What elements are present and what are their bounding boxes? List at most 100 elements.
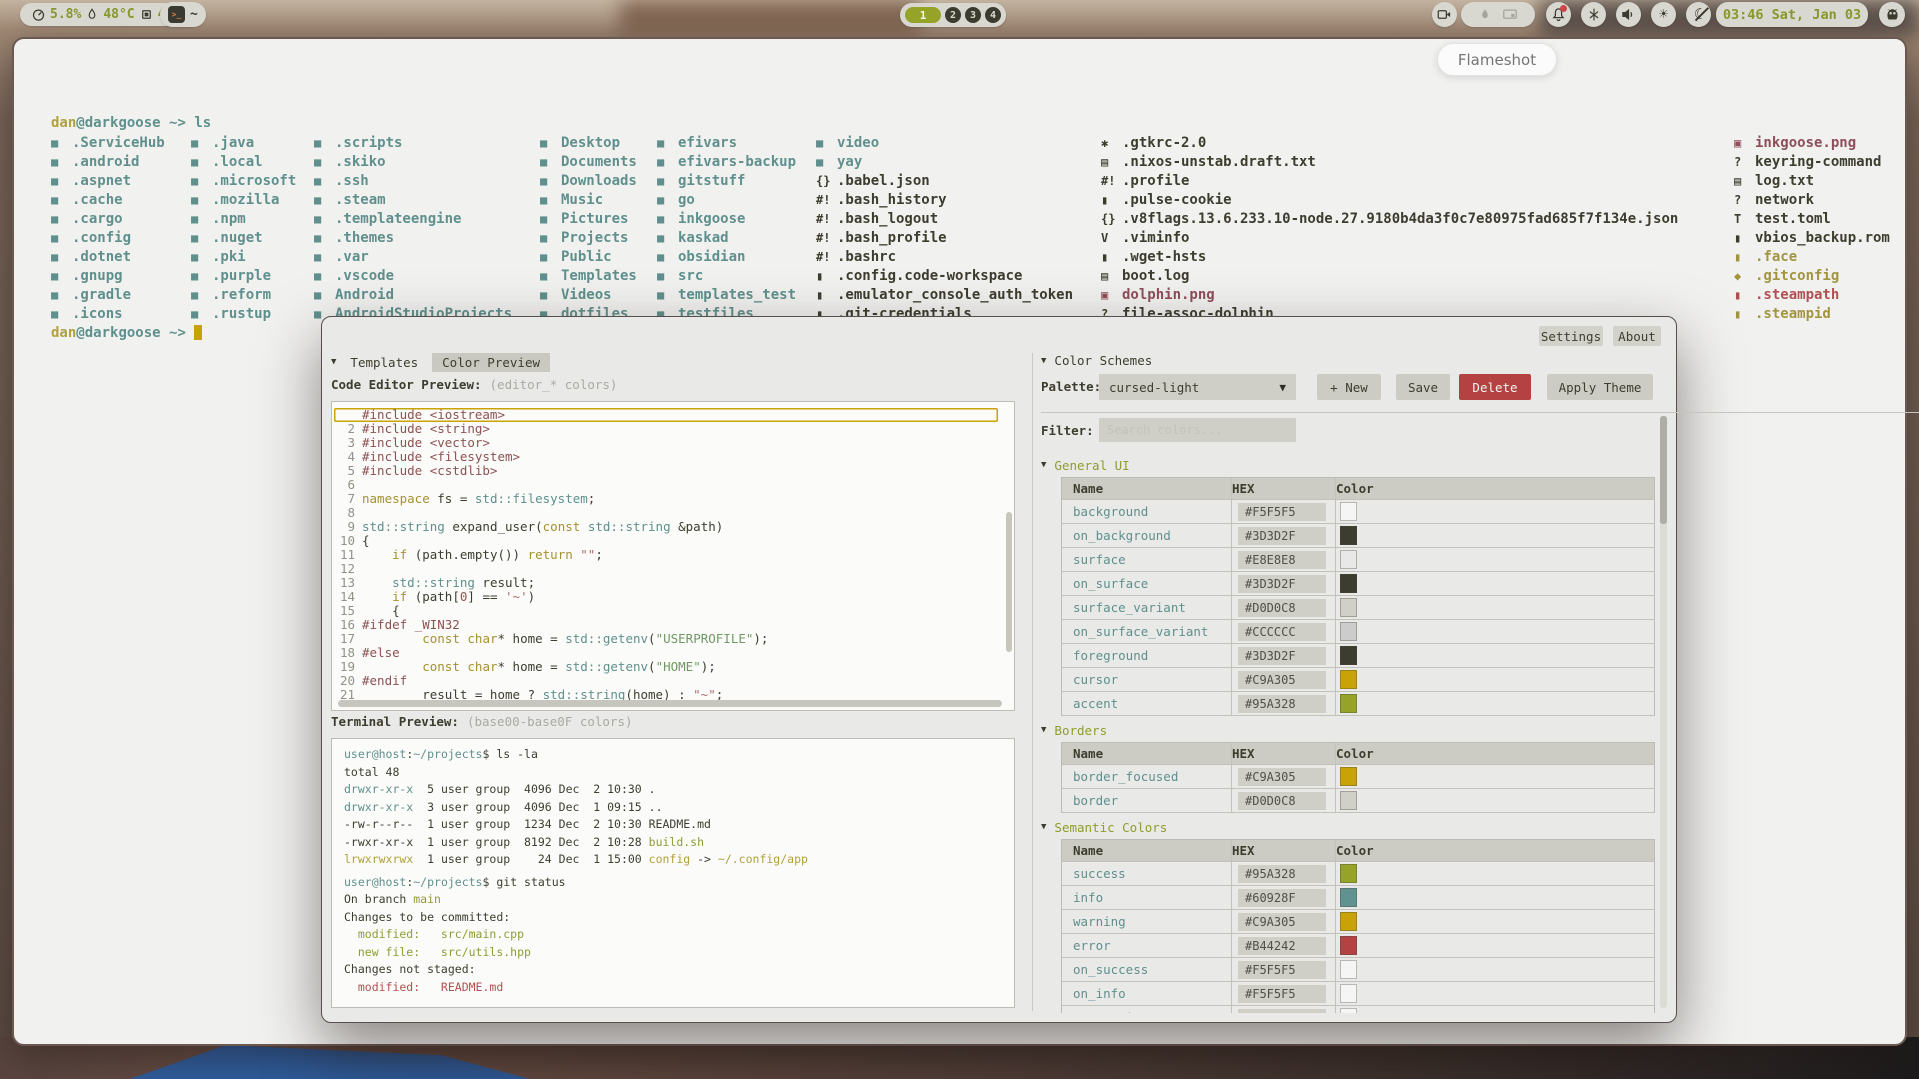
code-line: 16#ifdef _WIN32	[334, 618, 1012, 632]
workspace-4[interactable]: 4	[985, 7, 1001, 23]
color-swatch[interactable]	[1340, 574, 1357, 593]
notifications-button[interactable]	[1546, 2, 1571, 27]
code-line: 13 std::string result;	[334, 576, 1012, 590]
hex-input[interactable]: #3D3D2F	[1238, 647, 1326, 665]
hex-input[interactable]: #B44242	[1238, 937, 1326, 955]
color-swatch[interactable]	[1340, 598, 1357, 617]
collapse-icon[interactable]: ▼	[331, 357, 336, 367]
file-item: ■.var	[314, 249, 512, 268]
app-indicator-pill[interactable]: >_ ~	[160, 2, 206, 27]
clock-pill[interactable]: 03:46 Sat, Jan 03	[1716, 2, 1868, 27]
hex-input[interactable]: #D0D0C8	[1238, 792, 1326, 810]
hex-input[interactable]: #60928F	[1238, 889, 1326, 907]
tab-templates[interactable]: Templates	[344, 353, 424, 372]
hex-input[interactable]: #95A328	[1238, 695, 1326, 713]
color-swatch[interactable]	[1340, 864, 1357, 883]
about-button[interactable]: About	[1613, 326, 1661, 346]
hex-input[interactable]: #F5F5F5	[1238, 503, 1326, 521]
file-name: .config	[72, 230, 131, 246]
hex-input[interactable]: #F5F5F5	[1238, 961, 1326, 979]
tray-pill[interactable]	[1461, 2, 1535, 27]
file-column: ■.java■.local■.microsoft■.mozilla■.npm■.…	[191, 135, 296, 325]
workspace-3[interactable]: 3	[965, 7, 981, 23]
hex-input[interactable]: #C9A305	[1238, 913, 1326, 931]
horizontal-scrollbar[interactable]	[338, 700, 1002, 707]
color-swatch[interactable]	[1340, 646, 1357, 665]
line-number: 16	[334, 618, 362, 632]
prompt-symbol: ~>	[161, 115, 195, 131]
folder-icon: ■	[191, 288, 212, 302]
folder-icon: ■	[657, 250, 678, 264]
file-name: Android	[335, 287, 394, 303]
file-item: ■Documents	[540, 154, 637, 173]
color-swatch[interactable]	[1340, 888, 1357, 907]
shell-prompt[interactable]: dan@darkgoose ~>	[51, 325, 202, 341]
section-header[interactable]: ▼General UI	[1041, 455, 1655, 475]
save-button[interactable]: Save	[1396, 374, 1450, 400]
color-swatch[interactable]	[1340, 694, 1357, 713]
hex-input[interactable]: #C9A305	[1238, 671, 1326, 689]
vertical-scrollbar[interactable]	[1006, 512, 1012, 652]
code-line: 8	[334, 506, 1012, 520]
color-swatch[interactable]	[1340, 767, 1357, 786]
brightness-button[interactable]: ☀	[1651, 2, 1676, 27]
color-swatch[interactable]	[1340, 670, 1357, 689]
color-schemes-header[interactable]: ▼ Color Schemes	[1041, 353, 1152, 368]
power-menu-button[interactable]	[1879, 2, 1905, 27]
hex-input[interactable]: #D0D0C8	[1238, 599, 1326, 617]
tab-color-preview[interactable]: Color Preview	[432, 353, 550, 372]
file-item: ■src	[657, 268, 796, 287]
file-item: ■.purple	[191, 268, 296, 287]
color-swatch[interactable]	[1340, 791, 1357, 810]
workspace-1-active[interactable]: 1	[905, 7, 941, 23]
color-swatch[interactable]	[1340, 984, 1357, 1003]
hex-input[interactable]: #F5F5F5	[1238, 985, 1326, 1003]
section-header[interactable]: ▼Borders	[1041, 720, 1655, 740]
volume-button[interactable]	[1616, 2, 1641, 27]
terminal-preview[interactable]: user@host:~/projects$ ls -latotal 48drwx…	[331, 738, 1015, 1008]
line-number: 3	[334, 436, 362, 450]
color-swatch[interactable]	[1340, 936, 1357, 955]
code-line: 12	[334, 562, 1012, 576]
hex-input[interactable]: #C9A305	[1238, 768, 1326, 786]
palette-select[interactable]: cursed-light ▼	[1099, 374, 1296, 400]
delete-button[interactable]: Delete	[1459, 374, 1531, 400]
filter-input[interactable]	[1099, 418, 1296, 442]
color-swatch[interactable]	[1340, 960, 1357, 979]
hex-cell: #F5F5F5	[1232, 982, 1336, 1005]
settings-button[interactable]: Settings	[1539, 326, 1603, 346]
hex-input[interactable]: #95A328	[1238, 865, 1326, 883]
night-light-button[interactable]: ☾	[1686, 2, 1711, 27]
scrollbar-thumb[interactable]	[1660, 416, 1667, 524]
new-palette-button[interactable]: + New	[1317, 374, 1381, 400]
file-icon: ▮	[816, 269, 837, 283]
code-line: 15 {	[334, 604, 1012, 618]
hex-input[interactable]: #CCCCCC	[1238, 623, 1326, 641]
hex-input[interactable]: #F5F5F5	[1238, 1009, 1326, 1014]
color-swatch[interactable]	[1340, 502, 1357, 521]
code-line: 14 if (path[0] == '~')	[334, 590, 1012, 604]
bluetooth-button[interactable]	[1581, 2, 1606, 27]
hex-cell: #F5F5F5	[1232, 1006, 1336, 1013]
color-swatch[interactable]	[1340, 1008, 1357, 1013]
color-swatch[interactable]	[1340, 526, 1357, 545]
hex-input[interactable]: #E8E8E8	[1238, 551, 1326, 569]
hex-input[interactable]: #3D3D2F	[1238, 575, 1326, 593]
color-swatch[interactable]	[1340, 912, 1357, 931]
folder-icon: ■	[51, 174, 72, 188]
apply-theme-button[interactable]: Apply Theme	[1547, 374, 1653, 400]
collapse-icon: ▼	[1041, 356, 1046, 366]
table-row: error#B44242	[1062, 934, 1654, 958]
file-column: ▣inkgoose.png?keyring-command▤log.txt?ne…	[1734, 135, 1890, 325]
file-item: ■.cargo	[51, 211, 165, 230]
color-swatch[interactable]	[1340, 550, 1357, 569]
hex-input[interactable]: #3D3D2F	[1238, 527, 1326, 545]
color-list-scrollbar[interactable]	[1660, 416, 1667, 1008]
workspace-2[interactable]: 2	[945, 7, 961, 23]
filter-label: Filter:	[1041, 423, 1094, 438]
section-header[interactable]: ▼Semantic Colors	[1041, 817, 1655, 837]
screen-record-button[interactable]	[1432, 2, 1457, 27]
color-swatch[interactable]	[1340, 622, 1357, 641]
code-editor-preview[interactable]: #include <iostream>2#include <string>3#i…	[331, 401, 1015, 711]
file-name: .cache	[72, 192, 123, 208]
